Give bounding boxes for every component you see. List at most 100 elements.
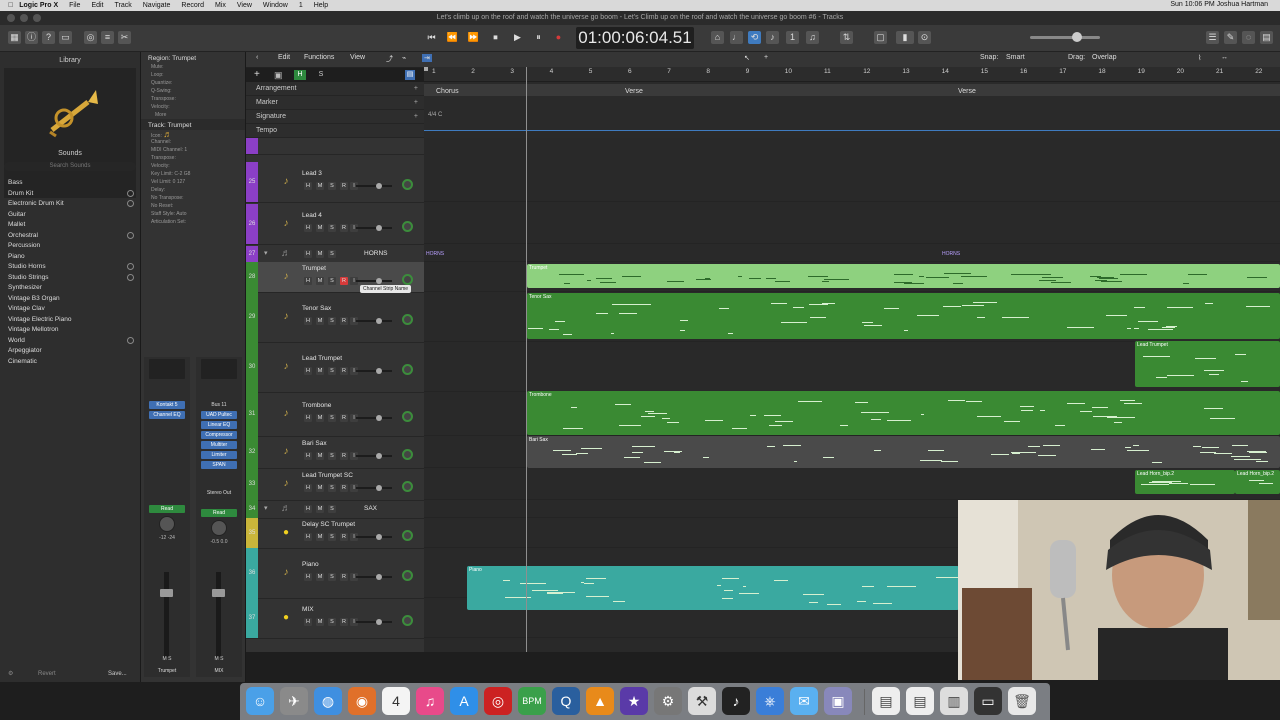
region-param[interactable]: Quantize:	[141, 79, 245, 87]
hide-button[interactable]: H	[304, 182, 312, 190]
library-item[interactable]: Piano	[0, 252, 140, 263]
record-enable-button[interactable]: R	[340, 484, 348, 492]
track-header[interactable]: 27 ▾ ♬ H M S HORNS	[246, 246, 424, 263]
track-name[interactable]: HORNS	[364, 250, 387, 257]
disclosure-triangle-icon[interactable]: ▾	[264, 249, 268, 257]
mute-button[interactable]: M	[316, 484, 324, 492]
menu-1[interactable]: 1	[299, 2, 303, 9]
folder-region-label[interactable]: HORNS	[424, 250, 444, 260]
mute-button[interactable]: M	[316, 367, 324, 375]
track-name[interactable]: Lead Trumpet SC	[302, 472, 353, 479]
hide-button[interactable]: H	[304, 250, 312, 258]
track-name[interactable]: Piano	[302, 561, 319, 568]
folder-icon[interactable]: ♬	[280, 248, 292, 260]
folder-region-label[interactable]: HORNS	[940, 250, 970, 260]
track-header[interactable]: 26 ♪ Lead 4HMSRI	[246, 204, 424, 245]
track-header[interactable]: 36 ♪ Piano H M S R I	[246, 548, 424, 599]
volume-slider-knob[interactable]	[376, 278, 382, 284]
master-volume-knob[interactable]	[1072, 32, 1082, 42]
hide-button[interactable]: H	[304, 452, 312, 460]
library-item[interactable]: Vintage Mellotron	[0, 325, 140, 336]
arrangement-marker-verse[interactable]: Verse	[958, 88, 976, 97]
functions-menu[interactable]: Functions	[304, 54, 334, 61]
aux-icon[interactable]: ●	[280, 612, 292, 624]
download-icon[interactable]	[127, 336, 134, 344]
solo-button[interactable]: S	[328, 182, 336, 190]
screen-recording-icon[interactable]: ▭	[974, 687, 1002, 715]
editors-icon[interactable]: ✂	[118, 31, 131, 44]
track-name[interactable]: MIX	[302, 606, 314, 613]
plugin-slot[interactable]: Compressor	[201, 431, 237, 439]
flex-icon[interactable]: ⌁	[402, 54, 406, 62]
track-name[interactable]: Bari Sax	[302, 440, 327, 447]
menu-edit[interactable]: Edit	[91, 2, 103, 9]
track-header[interactable]: 30 ♪ Lead Trumpet H M S R I	[246, 342, 424, 393]
solo-button[interactable]: S	[328, 533, 336, 541]
tempo-icon[interactable]: ⊙	[918, 31, 931, 44]
instrument-icon[interactable]: ♪	[280, 408, 292, 420]
finder-icon[interactable]: ☺	[246, 687, 274, 715]
mixer-icon[interactable]: ≡	[101, 31, 114, 44]
region-param[interactable]: Velocity:	[141, 103, 245, 111]
track-header[interactable]: 33 ♪ Lead Trumpet SC H M S R I	[246, 468, 424, 501]
master-volume-slider[interactable]	[1030, 36, 1100, 39]
hide-button[interactable]: H	[304, 484, 312, 492]
midi-region-trumpet[interactable]: Trumpet	[527, 264, 1280, 288]
replace-icon[interactable]: ⌂	[711, 31, 724, 44]
volume-fader[interactable]	[212, 589, 225, 597]
menu-window[interactable]: Window	[263, 2, 288, 9]
midi-region-lead-trumpet[interactable]: Lead Trumpet	[1135, 341, 1280, 387]
volume-slider-knob[interactable]	[376, 453, 382, 459]
solo-button[interactable]: S	[328, 317, 336, 325]
hide-button[interactable]: H	[304, 573, 312, 581]
plugin-slot[interactable]: UAD Pultec	[201, 411, 237, 419]
solo-button[interactable]: S	[328, 250, 336, 258]
volume-slider-knob[interactable]	[376, 485, 382, 491]
global-solo-button[interactable]: S	[316, 70, 326, 80]
hide-button[interactable]: H	[304, 317, 312, 325]
track-header[interactable]: 34 ▾ ♬ H M S SAX	[246, 500, 424, 519]
tuner-icon[interactable]: ♩	[730, 31, 743, 44]
record-enable-button[interactable]: R	[340, 224, 348, 232]
edit-menu[interactable]: Edit	[278, 54, 290, 61]
mute-button[interactable]: M	[316, 505, 324, 513]
mute-button[interactable]: M	[316, 277, 324, 285]
library-search-input[interactable]: Search Sounds	[4, 162, 136, 171]
safari-icon[interactable]: ◍	[314, 687, 342, 715]
track-name[interactable]: SAX	[364, 505, 377, 512]
menu-track[interactable]: Track	[115, 2, 132, 9]
metronome-icon[interactable]: ♫	[806, 31, 819, 44]
record-enable-button[interactable]: R	[340, 317, 348, 325]
download-icon[interactable]	[127, 200, 134, 207]
library-item[interactable]: Cinematic	[0, 357, 140, 368]
menu-view[interactable]: View	[237, 2, 252, 9]
channel-name[interactable]: Trumpet	[149, 667, 185, 675]
hide-button[interactable]: H	[304, 277, 312, 285]
track-header[interactable]: 37 ● MIX H M S R I	[246, 598, 424, 639]
library-item[interactable]: Bass	[0, 178, 140, 189]
solo-button[interactable]: S	[328, 367, 336, 375]
tempo-lane[interactable]	[424, 130, 1280, 131]
document-icon[interactable]: ▤	[906, 687, 934, 715]
cycle-area[interactable]	[424, 67, 428, 71]
folder-icon[interactable]: ▣	[274, 70, 284, 80]
track-name[interactable]: Lead 4	[302, 212, 322, 219]
track-param[interactable]: Staff Style: Auto	[141, 210, 245, 218]
downloads-icon[interactable]: ▥	[940, 687, 968, 715]
midi-region-tenor-sax[interactable]: Tenor Sax	[527, 293, 1280, 339]
system-preferences-icon[interactable]: ⚙	[654, 687, 682, 715]
view-menu[interactable]: View	[350, 54, 365, 61]
solo-icon[interactable]: ♪	[766, 31, 779, 44]
library-item[interactable]: Percussion	[0, 241, 140, 252]
record-enable-button[interactable]: R	[340, 414, 348, 422]
snap-select[interactable]: Smart	[1006, 54, 1025, 61]
library-item[interactable]: Studio Strings	[0, 273, 140, 284]
library-item[interactable]: Electronic Drum Kit	[0, 199, 140, 210]
pan-knob[interactable]	[402, 274, 413, 285]
download-icon[interactable]	[127, 231, 134, 239]
solo-button[interactable]: S	[328, 573, 336, 581]
mute-button[interactable]: M	[316, 452, 324, 460]
track-name[interactable]: Lead Trumpet	[302, 355, 342, 362]
solo-button[interactable]: S	[328, 618, 336, 626]
instrument-icon[interactable]: ♪	[280, 311, 292, 323]
